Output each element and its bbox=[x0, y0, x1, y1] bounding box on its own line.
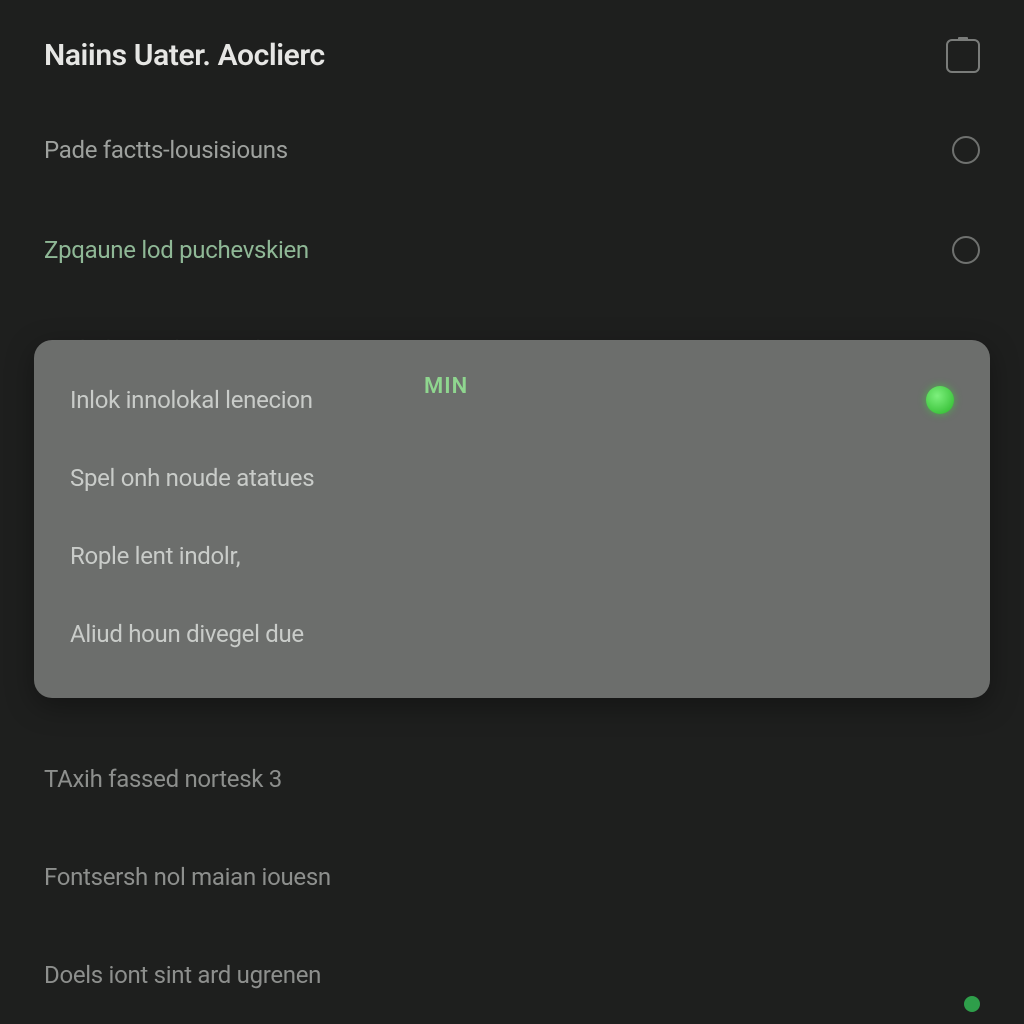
panel-row-1[interactable]: Spel onh noude atatues bbox=[70, 450, 954, 506]
panel-row-2[interactable]: Rople lent indolr, bbox=[70, 528, 954, 584]
radio-icon[interactable] bbox=[952, 236, 980, 264]
panel-row-1-label: Spel onh noude atatues bbox=[70, 464, 314, 492]
settings-row-4[interactable]: Fontsersh nol maian iouesn bbox=[44, 860, 980, 894]
panel-row-2-label: Rople lent indolr, bbox=[70, 542, 240, 570]
settings-row-0-label: Pade factts-lousisiouns bbox=[44, 136, 288, 164]
lower-settings-group: TAxih fassed nortesk 3 Fontsersh nol mai… bbox=[44, 762, 980, 992]
settings-row-5[interactable]: Doels iont sint ard ugrenen bbox=[44, 958, 980, 992]
settings-row-0[interactable]: Pade factts-lousisiouns bbox=[44, 133, 980, 167]
settings-row-3[interactable]: TAxih fassed nortesk 3 bbox=[44, 762, 980, 796]
panel-row-0-label: Inlok innolokal lenecion bbox=[70, 386, 313, 414]
settings-row-4-label: Fontsersh nol maian iouesn bbox=[44, 863, 331, 891]
panel-row-3[interactable]: Aliud houn divegel due bbox=[70, 606, 954, 662]
overlay-panel: MIN Inlok innolokal lenecion Spel onh no… bbox=[34, 340, 990, 698]
page-title: Naiins Uater. Aoclierc bbox=[44, 38, 325, 73]
radio-icon[interactable] bbox=[952, 136, 980, 164]
panel-row-3-label: Aliud houn divegel due bbox=[70, 620, 304, 648]
page-header: Naiins Uater. Aoclierc bbox=[44, 38, 980, 73]
panel-row-0[interactable]: Inlok innolokal lenecion bbox=[70, 372, 954, 428]
settings-row-1[interactable]: Zpqaune lod puchevskien bbox=[44, 233, 980, 267]
settings-row-1-label: Zpqaune lod puchevskien bbox=[44, 236, 309, 264]
settings-row-3-label: TAxih fassed nortesk 3 bbox=[44, 765, 282, 793]
status-dot-icon bbox=[926, 386, 954, 414]
calendar-icon[interactable] bbox=[946, 39, 980, 73]
small-status-dot-icon bbox=[964, 996, 980, 1012]
app-root: Naiins Uater. Aoclierc Pade factts-lousi… bbox=[0, 0, 1024, 1024]
settings-row-5-label: Doels iont sint ard ugrenen bbox=[44, 961, 321, 989]
panel-badge: MIN bbox=[424, 374, 468, 399]
